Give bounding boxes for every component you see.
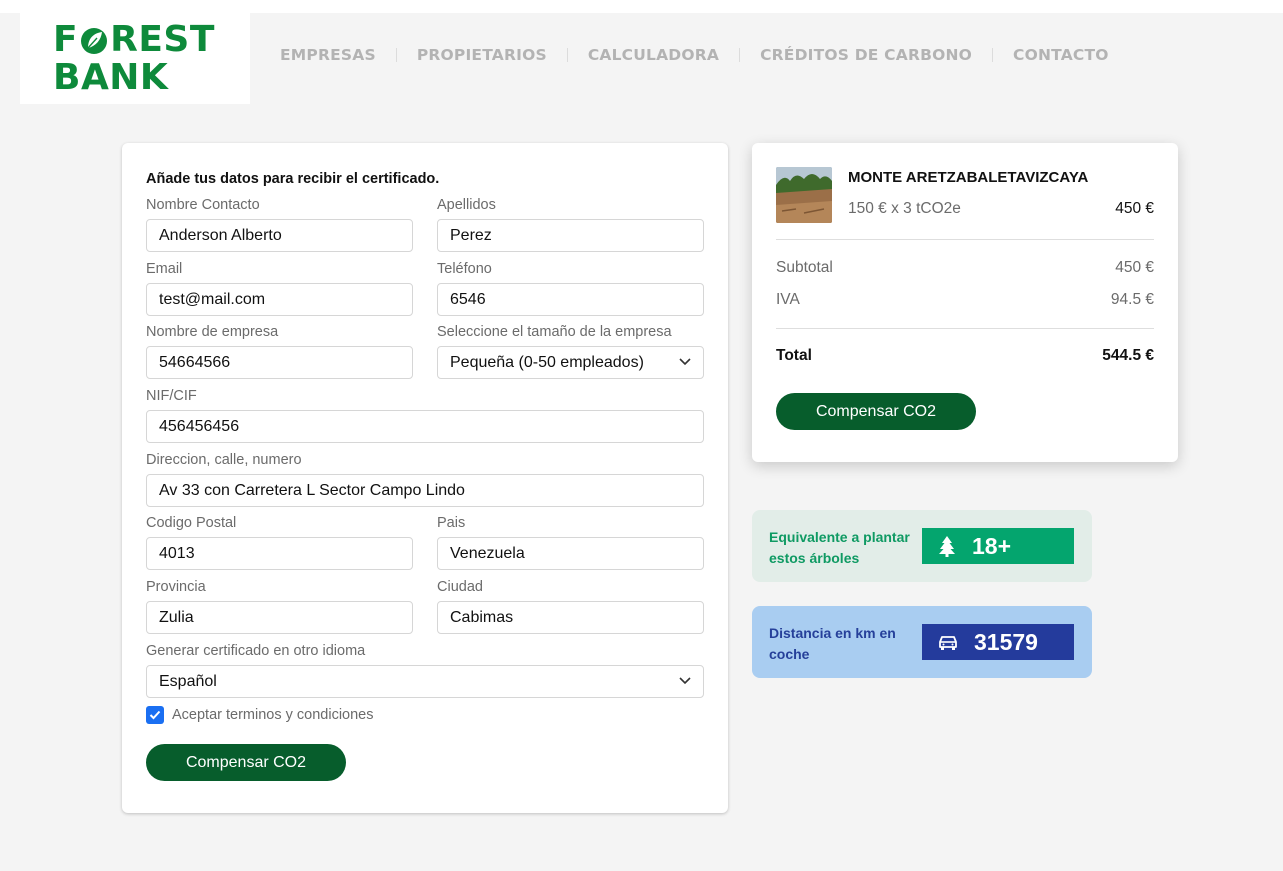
- email-label: Email: [146, 261, 183, 277]
- email-input[interactable]: test@mail.com: [146, 283, 413, 316]
- logo[interactable]: F REST BANK: [20, 13, 250, 104]
- nif-field: NIF/CIF 456456456: [146, 387, 704, 443]
- tamano-select-value: Pequeña (0-50 empleados): [450, 354, 644, 371]
- pais-input[interactable]: Venezuela: [437, 537, 704, 570]
- empresa-label: Nombre de empresa: [146, 324, 279, 340]
- email-field: Email test@mail.com: [146, 260, 413, 316]
- total-value: 544.5 €: [1102, 347, 1154, 364]
- subtotal-label: Subtotal: [776, 259, 833, 276]
- nav-calculadora[interactable]: CALCULADORA: [568, 46, 739, 64]
- provincia-label: Provincia: [146, 579, 206, 595]
- empresa-input[interactable]: 54664566: [146, 346, 413, 379]
- distance-equivalent-label: Distancia en km en coche: [769, 625, 896, 662]
- ciudad-field: Ciudad Cabimas: [437, 578, 704, 634]
- idioma-field: Generar certificado en otro idioma Españ…: [146, 642, 704, 698]
- nombre-label: Nombre Contacto: [146, 197, 260, 213]
- provincia-field: Provincia Zulia: [146, 578, 413, 634]
- distance-km: 31579: [974, 628, 1038, 655]
- telefono-input[interactable]: 6546: [437, 283, 704, 316]
- form-title: Añade tus datos para recibir el certific…: [146, 171, 440, 187]
- apellidos-label: Apellidos: [437, 197, 496, 213]
- tree-icon: [939, 536, 955, 557]
- logo-letters-rest: REST: [110, 18, 215, 60]
- apellidos-input[interactable]: Perez: [437, 219, 704, 252]
- postal-field: Codigo Postal 4013: [146, 514, 413, 570]
- tamano-select[interactable]: Pequeña (0-50 empleados): [437, 346, 704, 379]
- main-nav: EMPRESAS PROPIETARIOS CALCULADORA CRÉDIT…: [260, 44, 1129, 66]
- distance-equivalent-box: Distancia en km en coche 31579: [752, 606, 1092, 678]
- product-thumbnail: [776, 167, 832, 223]
- nav-propietarios[interactable]: PROPIETARIOS: [397, 46, 567, 64]
- nav-creditos-de-carbono[interactable]: CRÉDITOS DE CARBONO: [740, 46, 992, 64]
- product-name: MONTE ARETZABALETAVIZCAYA: [848, 169, 1089, 186]
- nav-contacto[interactable]: CONTACTO: [993, 46, 1129, 64]
- pais-field: Pais Venezuela: [437, 514, 704, 570]
- product-quantity: 150 € x 3 tCO2e: [848, 200, 961, 217]
- summary-divider: [776, 239, 1154, 240]
- subtotal-value: 450 €: [1115, 259, 1154, 276]
- nav-empresas[interactable]: EMPRESAS: [260, 46, 396, 64]
- tamano-label: Seleccione el tamaño de la empresa: [437, 324, 672, 340]
- apellidos-field: Apellidos Perez: [437, 196, 704, 252]
- logo-line-1: F REST: [53, 18, 250, 60]
- iva-value: 94.5 €: [1110, 291, 1154, 308]
- summary-compensar-co2-button[interactable]: Compensar CO2: [776, 393, 976, 430]
- logo-letter-f: F: [53, 18, 79, 60]
- distance-badge: 31579: [922, 624, 1074, 660]
- order-summary-card: MONTE ARETZABALETAVIZCAYA 150 € x 3 tCO2…: [752, 143, 1178, 462]
- terms-row: Aceptar terminos y condiciones: [146, 706, 374, 724]
- car-icon: [939, 636, 957, 650]
- idioma-label: Generar certificado en otro idioma: [146, 643, 366, 659]
- iva-label: IVA: [776, 291, 800, 308]
- idioma-select-value: Español: [159, 673, 217, 690]
- tamano-field: Seleccione el tamaño de la empresa Peque…: [437, 323, 704, 379]
- nombre-field: Nombre Contacto Anderson Alberto: [146, 196, 413, 252]
- direccion-input[interactable]: Av 33 con Carretera L Sector Campo Lindo: [146, 474, 704, 507]
- chevron-down-icon: [679, 358, 691, 366]
- certificate-form-card: Añade tus datos para recibir el certific…: [122, 143, 728, 813]
- postal-input[interactable]: 4013: [146, 537, 413, 570]
- nombre-input[interactable]: Anderson Alberto: [146, 219, 413, 252]
- terms-label[interactable]: Aceptar terminos y condiciones: [172, 707, 374, 723]
- top-strip: [0, 0, 1283, 13]
- empresa-field: Nombre de empresa 54664566: [146, 323, 413, 379]
- chevron-down-icon: [679, 677, 691, 685]
- product-price: 450 €: [1115, 200, 1154, 217]
- nif-label: NIF/CIF: [146, 388, 197, 404]
- direccion-label: Direccion, calle, numero: [146, 452, 302, 468]
- trees-count: 18+: [972, 532, 1012, 559]
- ciudad-input[interactable]: Cabimas: [437, 601, 704, 634]
- summary-divider: [776, 328, 1154, 329]
- trees-badge: 18+: [922, 528, 1074, 564]
- checkmark-icon: [149, 710, 161, 720]
- terms-checkbox[interactable]: [146, 706, 164, 724]
- telefono-field: Teléfono 6546: [437, 260, 704, 316]
- postal-label: Codigo Postal: [146, 515, 237, 531]
- compensar-co2-button[interactable]: Compensar CO2: [146, 744, 346, 781]
- trees-equivalent-box: Equivalente a plantar estos árboles 18+: [752, 510, 1092, 582]
- leaf-icon: [81, 27, 108, 54]
- provincia-input[interactable]: Zulia: [146, 601, 413, 634]
- total-label: Total: [776, 347, 812, 364]
- logo-line-2: BANK: [53, 56, 169, 98]
- nif-input[interactable]: 456456456: [146, 410, 704, 443]
- ciudad-label: Ciudad: [437, 579, 483, 595]
- idioma-select[interactable]: Español: [146, 665, 704, 698]
- direccion-field: Direccion, calle, numero Av 33 con Carre…: [146, 451, 704, 507]
- trees-equivalent-label: Equivalente a plantar estos árboles: [769, 529, 910, 566]
- telefono-label: Teléfono: [437, 261, 492, 277]
- pais-label: Pais: [437, 515, 466, 531]
